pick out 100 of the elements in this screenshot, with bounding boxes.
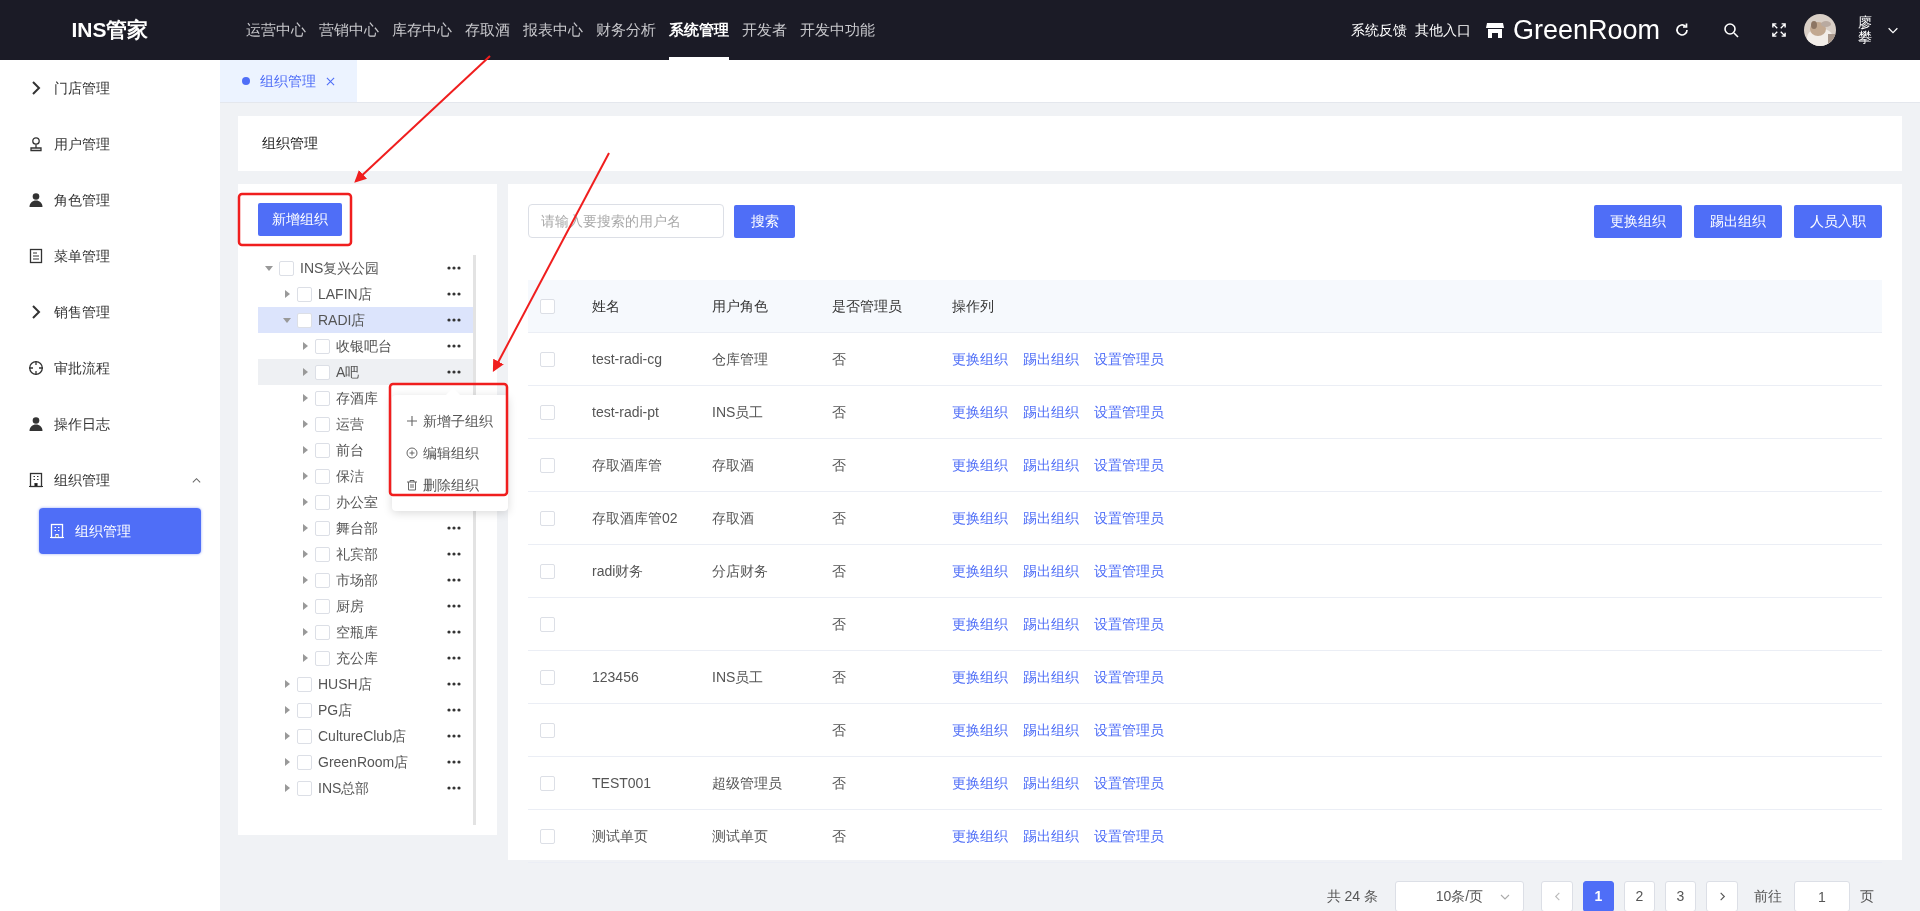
tree-node[interactable]: 收银吧台	[258, 333, 473, 359]
more-icon[interactable]	[447, 526, 461, 530]
table-link[interactable]: 更换组织	[952, 613, 1008, 635]
checkbox[interactable]	[540, 351, 555, 367]
caret-right-icon[interactable]	[282, 289, 292, 299]
more-icon[interactable]	[447, 734, 461, 738]
checkbox[interactable]	[315, 338, 330, 354]
action-button[interactable]: 更换组织	[1594, 204, 1682, 238]
table-link[interactable]: 设置管理员	[1094, 560, 1164, 582]
caret-right-icon[interactable]	[300, 341, 310, 351]
user-name[interactable]: 廖攀	[1858, 14, 1872, 46]
checkbox[interactable]	[315, 520, 330, 536]
sidebar-subitem[interactable]: 组织管理	[39, 508, 201, 554]
checkbox[interactable]	[540, 563, 555, 579]
table-link[interactable]: 设置管理员	[1094, 719, 1164, 741]
table-link[interactable]: 设置管理员	[1094, 772, 1164, 794]
page-button[interactable]: 2	[1624, 881, 1655, 911]
more-icon[interactable]	[447, 786, 461, 790]
caret-right-icon[interactable]	[300, 653, 310, 663]
table-link[interactable]: 踢出组织	[1023, 613, 1079, 635]
table-link[interactable]: 踢出组织	[1023, 401, 1079, 423]
checkbox[interactable]	[315, 390, 330, 406]
table-link[interactable]: 更换组织	[952, 507, 1008, 529]
tree-node[interactable]: CultureClub店	[258, 723, 473, 749]
tree-node[interactable]: HUSH店	[258, 671, 473, 697]
sidebar-item[interactable]: 组织管理	[0, 452, 220, 508]
more-icon[interactable]	[447, 760, 461, 764]
close-icon[interactable]	[326, 76, 335, 86]
page-input[interactable]: 1	[1794, 881, 1850, 911]
caret-right-icon[interactable]	[300, 523, 310, 533]
checkbox[interactable]	[297, 728, 312, 744]
action-button[interactable]: 人员入职	[1794, 204, 1882, 238]
table-link[interactable]: 设置管理员	[1094, 507, 1164, 529]
tree-node[interactable]: INS总部	[258, 775, 473, 801]
more-icon[interactable]	[447, 630, 461, 634]
more-icon[interactable]	[447, 708, 461, 712]
checkbox[interactable]	[297, 754, 312, 770]
more-icon[interactable]	[447, 370, 461, 374]
caret-right-icon[interactable]	[300, 627, 310, 637]
tree-node[interactable]: 舞台部	[258, 515, 473, 541]
table-link[interactable]: 更换组织	[952, 454, 1008, 476]
nav-tab[interactable]: 开发中功能	[800, 0, 875, 60]
caret-right-icon[interactable]	[300, 575, 310, 585]
table-link[interactable]: 更换组织	[952, 772, 1008, 794]
nav-tab[interactable]: 营销中心	[319, 0, 379, 60]
checkbox[interactable]	[315, 546, 330, 562]
caret-right-icon[interactable]	[300, 393, 310, 403]
checkbox[interactable]	[315, 442, 330, 458]
checkbox[interactable]	[297, 286, 312, 302]
table-link[interactable]: 更换组织	[952, 719, 1008, 741]
table-link[interactable]: 更换组织	[952, 666, 1008, 688]
caret-right-icon[interactable]	[282, 783, 292, 793]
caret-right-icon[interactable]	[282, 705, 292, 715]
more-icon[interactable]	[447, 266, 461, 270]
search-button[interactable]: 搜索	[734, 204, 795, 238]
tree-node[interactable]: 空瓶库	[258, 619, 473, 645]
checkbox[interactable]	[315, 494, 330, 510]
caret-right-icon[interactable]	[300, 601, 310, 611]
table-link[interactable]: 踢出组织	[1023, 507, 1079, 529]
more-icon[interactable]	[447, 604, 461, 608]
table-link[interactable]: 更换组织	[952, 825, 1008, 847]
tree-node[interactable]: INS复兴公园	[258, 255, 473, 281]
checkbox[interactable]	[279, 260, 294, 276]
table-link[interactable]: 设置管理员	[1094, 401, 1164, 423]
checkbox[interactable]	[540, 404, 555, 420]
checkbox[interactable]	[540, 616, 555, 632]
add-org-button[interactable]: 新增组织	[258, 203, 342, 236]
table-link[interactable]: 更换组织	[952, 348, 1008, 370]
tree-node[interactable]: 厨房	[258, 593, 473, 619]
more-icon[interactable]	[447, 682, 461, 686]
more-icon[interactable]	[447, 292, 461, 296]
nav-tab[interactable]: 开发者	[742, 0, 787, 60]
more-icon[interactable]	[447, 344, 461, 348]
top-link[interactable]: 其他入口	[1414, 19, 1471, 41]
table-link[interactable]: 设置管理员	[1094, 613, 1164, 635]
tree-node[interactable]: 礼宾部	[258, 541, 473, 567]
sidebar-item[interactable]: 角色管理	[0, 172, 220, 228]
sidebar-item[interactable]: 用户管理	[0, 116, 220, 172]
nav-tab[interactable]: 报表中心	[523, 0, 583, 60]
checkbox[interactable]	[315, 416, 330, 432]
table-link[interactable]: 踢出组织	[1023, 719, 1079, 741]
checkbox[interactable]	[540, 669, 555, 685]
page-button[interactable]: 3	[1665, 881, 1696, 911]
sidebar-item[interactable]: 销售管理	[0, 284, 220, 340]
sidebar-item[interactable]: 审批流程	[0, 340, 220, 396]
fullscreen-icon[interactable]	[1772, 23, 1786, 37]
table-link[interactable]: 踢出组织	[1023, 454, 1079, 476]
top-link[interactable]: 系统反馈	[1350, 19, 1407, 41]
checkbox[interactable]	[297, 780, 312, 796]
tree-node[interactable]: PG店	[258, 697, 473, 723]
checkbox[interactable]	[315, 650, 330, 666]
caret-right-icon[interactable]	[282, 679, 292, 689]
caret-right-icon[interactable]	[282, 731, 292, 741]
more-icon[interactable]	[447, 578, 461, 582]
table-link[interactable]: 更换组织	[952, 560, 1008, 582]
nav-tab[interactable]: 存取酒	[465, 0, 510, 60]
tree-node[interactable]: RADI店	[258, 307, 473, 333]
store-name[interactable]: GreenRoom	[1512, 9, 1660, 51]
table-link[interactable]: 踢出组织	[1023, 560, 1079, 582]
checkbox[interactable]	[315, 468, 330, 484]
